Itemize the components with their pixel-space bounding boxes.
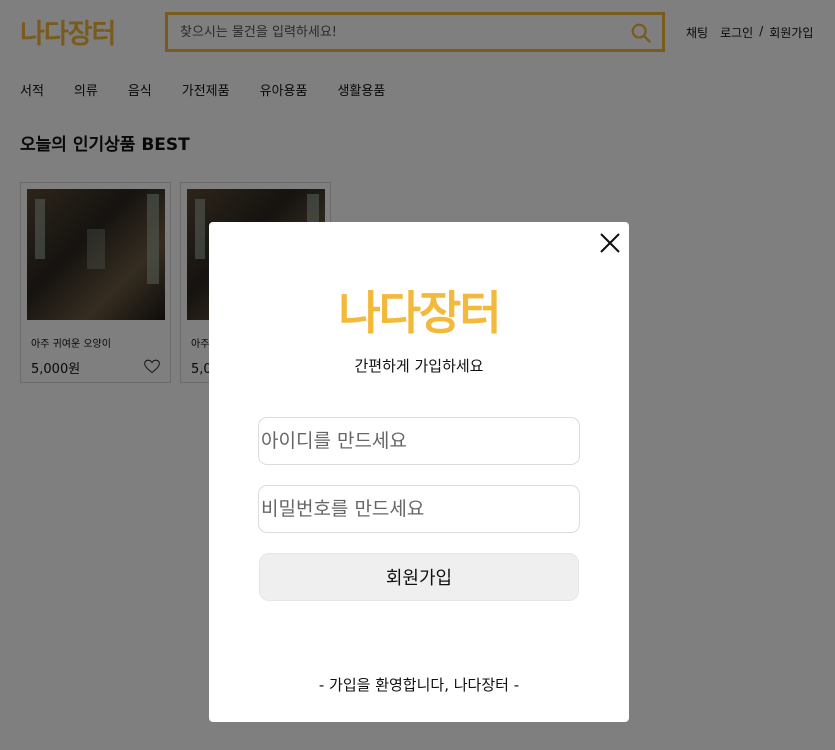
modal-footer: - 가입을 환영합니다, 나다장터 - [318,676,520,694]
signup-button[interactable]: 회원가입 [259,553,579,601]
password-field[interactable] [258,485,580,533]
modal-logo: 나다장터 [338,286,501,340]
modal-subtitle: 간편하게 가입하세요 [354,357,484,375]
signup-modal: 나다장터 간편하게 가입하세요 회원가입 - 가입을 환영합니다, 나다장터 - [209,222,629,722]
close-icon[interactable] [599,232,621,254]
id-field[interactable] [258,417,580,465]
